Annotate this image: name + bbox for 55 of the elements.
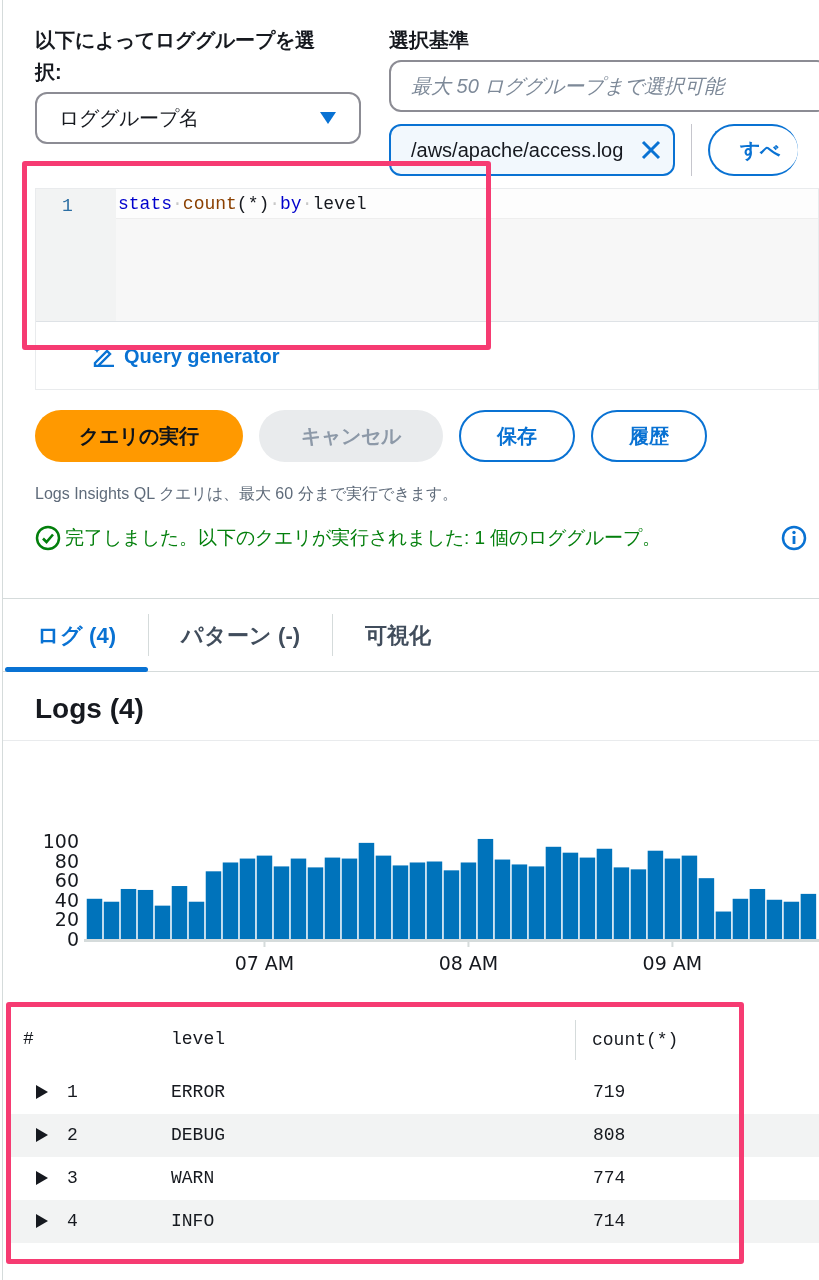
- table-cell-text: 3: [67, 1166, 78, 1190]
- bar: [120, 888, 137, 939]
- bar: [766, 899, 783, 939]
- table-cell: 719: [593, 1081, 626, 1102]
- tab[interactable]: ログ (4): [5, 599, 148, 671]
- info-icon[interactable]: [781, 525, 807, 551]
- expand-icon[interactable]: [35, 1084, 49, 1101]
- table-cell-text: 2: [67, 1123, 78, 1147]
- column-header: level: [171, 1029, 225, 1050]
- table-cell-text: 4: [67, 1209, 78, 1233]
- bar: [103, 901, 120, 939]
- bar: [86, 898, 103, 939]
- table-cell: ERROR: [171, 1081, 225, 1102]
- table-cell: 808: [593, 1124, 626, 1145]
- log-group-search-field[interactable]: 最大 50 ロググループまで選択可能: [389, 60, 819, 112]
- axis-label: 09 AM: [642, 951, 703, 973]
- table-cell: WARN: [171, 1167, 215, 1188]
- status-message: 完了しました。以下のクエリが実行されました: 1 個のロググループ。: [65, 525, 662, 550]
- bar: [783, 901, 800, 939]
- dropdown-icon: [319, 111, 337, 125]
- axis-label: 08 AM: [438, 951, 499, 973]
- section-heading: Logs (4): [3, 672, 819, 741]
- hint-text: Logs Insights QL クエリは、最大 60 分まで実行できます。: [34, 484, 459, 504]
- table-cell: 714: [593, 1210, 626, 1231]
- table-cell: DEBUG: [171, 1124, 225, 1145]
- field-label: 以下によってロググループを選択:: [35, 28, 316, 85]
- action-button[interactable]: 保存: [459, 410, 575, 462]
- bar: [800, 893, 817, 939]
- column-header: #: [23, 1029, 34, 1050]
- table-cell: 774: [593, 1167, 626, 1188]
- expand-icon[interactable]: [35, 1170, 49, 1187]
- action-button[interactable]: 履歴: [591, 410, 707, 462]
- select-all-button[interactable]: すべ: [708, 124, 799, 176]
- table-cell: INFO: [171, 1210, 215, 1231]
- bar: [307, 867, 324, 939]
- field-label: 選択基準: [389, 28, 470, 53]
- axis-label: 0: [66, 927, 79, 950]
- tab[interactable]: パターン (-): [149, 599, 333, 671]
- query-generator-link[interactable]: Query generator: [92, 340, 280, 371]
- log-group-select[interactable]: ロググループ名: [35, 92, 361, 144]
- table-cell-text: 1: [67, 1080, 78, 1104]
- axis-label: 100: [42, 829, 79, 852]
- expand-icon[interactable]: [35, 1213, 49, 1230]
- bar: [749, 888, 766, 939]
- column-header: count(*): [592, 1029, 679, 1050]
- run-query-button[interactable]: クエリの実行: [35, 410, 243, 462]
- tab[interactable]: 可視化: [333, 599, 464, 671]
- bar: [613, 867, 630, 939]
- success-icon: [35, 525, 61, 551]
- token-label: /aws/apache/access.log: [411, 138, 624, 163]
- bar: [443, 869, 460, 939]
- axis-label: 07 AM: [234, 951, 295, 973]
- bar: [630, 868, 647, 939]
- expand-icon[interactable]: [35, 1127, 49, 1144]
- line-number: 1: [62, 195, 74, 218]
